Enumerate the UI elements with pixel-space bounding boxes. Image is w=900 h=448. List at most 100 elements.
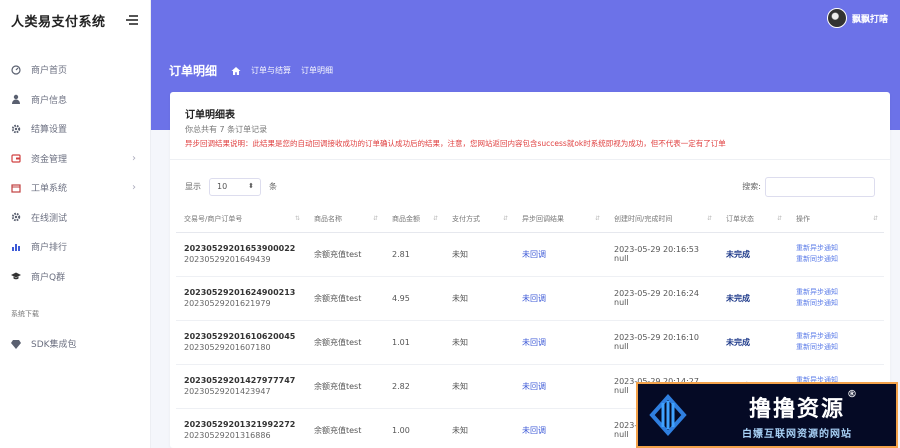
amount-cell: 2.81: [384, 232, 444, 277]
sort-icon: ⇵: [432, 215, 438, 222]
actions-cell: 重新异步通知重新同步通知: [788, 320, 884, 365]
order-no: 20230529201621979: [184, 299, 271, 308]
sidebar-section-label: 系统下载: [11, 310, 39, 318]
created-time: 2023-05-29 20:16:24: [614, 289, 699, 298]
column-header-0[interactable]: 交易号/商户订单号 ⇅: [176, 206, 306, 233]
resend-sync-notify-link[interactable]: 重新同步通知: [796, 254, 884, 265]
sidebar-item-5[interactable]: 在线测试: [0, 203, 150, 233]
product-name: 余额充值test: [314, 425, 362, 435]
column-header-label: 支付方式: [452, 214, 480, 223]
column-header-3[interactable]: 支付方式 ⇵: [444, 206, 514, 233]
table-row: 20230529201624900213 20230529201621979 余额充…: [176, 276, 884, 321]
sidebar-item-label: 资金管理: [31, 154, 68, 165]
calendar-icon: [11, 183, 21, 193]
product-name: 余额充值test: [314, 381, 362, 391]
sidebar-item-label: 工单系统: [31, 184, 68, 195]
watermark-text: 撸撸资源 ® 白嫖互联网资源的网站: [698, 388, 896, 440]
notify-result-link[interactable]: 未回调: [522, 426, 546, 435]
notify-result-link[interactable]: 未回调: [522, 250, 546, 259]
user-menu[interactable]: 飘飘打瞎: [826, 8, 888, 28]
notify-result-link[interactable]: 未回调: [522, 294, 546, 303]
sidebar-item-0[interactable]: 商户首页: [0, 55, 150, 85]
payment-method-cell: 未知: [444, 276, 514, 321]
product-name-cell: 余额充值test: [306, 320, 384, 365]
breadcrumb-item-orders-settlement[interactable]: 订单与结算: [251, 65, 291, 76]
order-no: 20230529201423947: [184, 387, 271, 396]
menu-toggle-icon[interactable]: [126, 15, 138, 25]
resend-async-notify-link[interactable]: 重新异步通知: [796, 331, 884, 342]
resend-sync-notify-link[interactable]: 重新同步通知: [796, 342, 884, 353]
sidebar-item-label: 商户Q群: [31, 272, 66, 283]
sidebar-item-label: 商户首页: [31, 66, 68, 77]
brand-bar: 人类易支付系统: [0, 0, 150, 40]
trade-no: 20230529201653900022: [184, 244, 296, 253]
registered-mark: ®: [847, 388, 859, 400]
payment-method-cell: 未知: [444, 320, 514, 365]
sidebar-item-7[interactable]: 商户Q群: [0, 262, 150, 292]
order-status: 未完成: [726, 293, 750, 303]
sort-icon: ⇵: [502, 215, 508, 222]
page-size-select[interactable]: 10 ⬍: [209, 178, 261, 196]
column-header-1[interactable]: 商品名称 ⇵: [306, 206, 384, 233]
search-input[interactable]: [765, 177, 875, 197]
order-status-cell: 未完成: [718, 276, 788, 321]
product-name: 余额充值test: [314, 249, 362, 259]
trade-order-cell: 20230529201624900213 20230529201621979: [176, 276, 306, 321]
table-row: 20230529201653900022 20230529201649439 余额充…: [176, 232, 884, 277]
order-status-cell: 未完成: [718, 232, 788, 277]
column-header-6[interactable]: 订单状态 ⇵: [718, 206, 788, 233]
amount: 2.81: [392, 249, 410, 259]
time-cell: 2023-05-29 20:16:24 null: [606, 276, 718, 321]
order-count-text: 你总共有 7 条订单记录: [185, 125, 268, 134]
amount: 1.01: [392, 337, 410, 347]
callback-note: 异步回调结果说明：此结果是您的自动回调接收成功的订单确认成功后的结果，注意，您网…: [185, 139, 726, 148]
sidebar-item-label: SDK集成包: [31, 340, 77, 351]
finished-time: null: [614, 342, 629, 351]
table-row: 20230529201610620045 20230529201607180 余额充…: [176, 320, 884, 365]
sidebar-item-4[interactable]: 工单系统 ›: [0, 173, 150, 203]
payment-method: 未知: [452, 425, 468, 435]
avatar[interactable]: [826, 8, 847, 28]
sidebar-item-2[interactable]: 结算设置: [0, 114, 150, 144]
user-name[interactable]: 飘飘打瞎: [852, 12, 888, 25]
notify-result-link-cell: 未回调: [514, 232, 606, 277]
sidebar: 人类易支付系统 商户首页商户信息结算设置资金管理 › 工单系统 › 在线测试 商户排行商户…: [0, 0, 151, 448]
search-label: 搜索:: [742, 182, 761, 191]
chevron-right-icon: ›: [132, 152, 136, 164]
home-icon[interactable]: [231, 66, 241, 76]
watermark-subtitle: 白嫖互联网资源的网站: [742, 428, 852, 440]
trade-no: 20230529201610620045: [184, 332, 296, 341]
payment-method: 未知: [452, 293, 468, 303]
column-header-4[interactable]: 异步回调结果 ⇵: [514, 206, 606, 233]
time-cell: 2023-05-29 20:16:10 null: [606, 320, 718, 365]
sidebar-item-6[interactable]: 商户排行: [0, 232, 150, 262]
column-header-7[interactable]: 操作 ⇵: [788, 206, 884, 233]
sidebar-item-sdk[interactable]: SDK集成包: [0, 329, 150, 359]
payment-method-cell: 未知: [444, 408, 514, 448]
chevron-updown-icon: ⬍: [248, 182, 254, 190]
payment-method: 未知: [452, 381, 468, 391]
notify-result-link[interactable]: 未回调: [522, 338, 546, 347]
amount-cell: 1.00: [384, 408, 444, 448]
sort-icon: ⇵: [706, 215, 712, 222]
resend-sync-notify-link[interactable]: 重新同步通知: [796, 298, 884, 309]
sort-icon: ⇵: [594, 215, 600, 222]
column-header-2[interactable]: 商品金额 ⇵: [384, 206, 444, 233]
finished-time: null: [614, 298, 629, 307]
chevron-right-icon: ›: [132, 182, 136, 194]
column-header-5[interactable]: 创建时间/完成时间 ⇵: [606, 206, 718, 233]
resend-async-notify-link[interactable]: 重新异步通知: [796, 243, 884, 254]
amount: 2.82: [392, 381, 410, 391]
resend-async-notify-link[interactable]: 重新异步通知: [796, 287, 884, 298]
notify-result-link-cell: 未回调: [514, 364, 606, 409]
trade-order-cell: 20230529201321992272 20230529201316886: [176, 408, 306, 448]
amount: 1.00: [392, 425, 410, 435]
sidebar-item-label: 商户信息: [31, 95, 68, 106]
sidebar-item-label: 结算设置: [31, 125, 68, 136]
product-name: 余额充值test: [314, 293, 362, 303]
sidebar-item-1[interactable]: 商户信息: [0, 85, 150, 115]
notify-result-link[interactable]: 未回调: [522, 382, 546, 391]
sidebar-item-3[interactable]: 资金管理 ›: [0, 144, 150, 174]
payment-method-cell: 未知: [444, 232, 514, 277]
sort-icon: ⇵: [372, 215, 378, 222]
